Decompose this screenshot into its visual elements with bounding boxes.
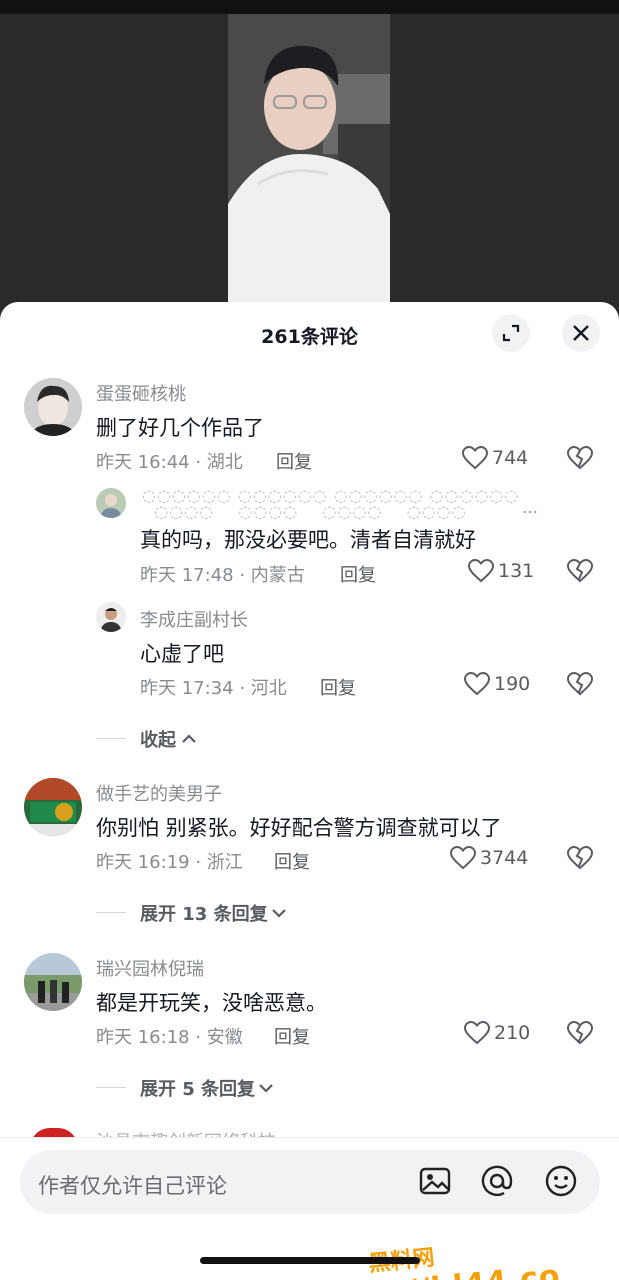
chevron-down-icon: [259, 1084, 273, 1093]
comment-meta: 昨天 16:44 · 湖北: [96, 452, 243, 473]
expand-label: 展开 13 条回复: [140, 904, 268, 925]
like-button[interactable]: 210: [464, 1021, 530, 1045]
expand-label: 展开 5 条回复: [140, 1079, 256, 1100]
comment-username[interactable]: 蛋蛋砸核桃: [96, 380, 186, 406]
comments-header: 261条评论: [0, 302, 619, 362]
like-count: 3744: [480, 847, 529, 869]
heart-icon: [462, 446, 488, 470]
reply-username[interactable]: 李成庄副村长: [140, 606, 248, 632]
comments-sheet: 261条评论 蛋蛋砸核桃 删了好几个作品了 昨天 16:44 · 湖北 回复 7…: [0, 302, 619, 1280]
dislike-button[interactable]: [566, 1020, 594, 1049]
comment-meta: 昨天 16:18 · 安徽: [96, 1027, 243, 1048]
emoji-button[interactable]: [544, 1164, 580, 1200]
broken-heart-icon: [566, 845, 594, 870]
status-bar: [0, 0, 619, 14]
expand-icon: [502, 324, 520, 342]
expand-button[interactable]: [492, 314, 530, 352]
avatar[interactable]: [24, 378, 82, 436]
heart-icon: [464, 672, 490, 696]
comment-text: 你别怕 别紧张。好好配合警方调查就可以了: [96, 816, 502, 840]
blurred-username[interactable]: ◌◌◌◌◌◌ ◌◌◌◌◌◌ ◌◌◌◌◌◌ ◌◌◌◌◌◌ ◌◌◌◌ ◌◌◌◌ ◌◌…: [142, 488, 522, 522]
broken-heart-icon: [566, 671, 594, 696]
reply-meta: 昨天 17:48 · 内蒙古: [140, 565, 305, 586]
avatar[interactable]: [24, 778, 82, 836]
expand-replies-button[interactable]: 展开 13 条回复: [140, 900, 288, 926]
like-count: 190: [494, 673, 531, 695]
emoji-icon: [545, 1165, 577, 1197]
comment-meta: 昨天 16:19 · 浙江: [96, 852, 243, 873]
reply-button[interactable]: 回复: [276, 448, 312, 474]
close-button[interactable]: [562, 314, 600, 352]
mention-button[interactable]: [480, 1164, 516, 1200]
like-count: 210: [494, 1022, 531, 1044]
comment-input[interactable]: 作者仅允许自己评论: [20, 1150, 600, 1214]
comment-text: 都是开玩笑，没啥恶意。: [96, 991, 327, 1015]
collapse-replies-button[interactable]: 收起: [140, 726, 198, 752]
input-placeholder: 作者仅允许自己评论: [38, 1174, 227, 1198]
image-icon: [419, 1167, 451, 1195]
chevron-down-icon: [271, 909, 286, 918]
like-button[interactable]: 131: [468, 559, 534, 583]
image-button[interactable]: [418, 1164, 454, 1200]
reply-text: 真的吗，那没必要吧。清者自清就好: [140, 528, 476, 552]
like-button[interactable]: 3744: [450, 846, 528, 870]
at-icon: [481, 1165, 513, 1197]
home-indicator[interactable]: [200, 1257, 420, 1264]
heart-icon: [468, 559, 494, 583]
like-button[interactable]: 190: [464, 672, 530, 696]
reply-text: 心虚了吧: [140, 642, 224, 666]
avatar[interactable]: [96, 602, 126, 632]
expand-replies-button[interactable]: 展开 5 条回复: [140, 1075, 275, 1101]
watermark: 黑料网 https://hl44.co: [295, 1227, 563, 1280]
thread-divider: [96, 738, 126, 739]
video-thumbnail[interactable]: [228, 14, 390, 304]
thread-divider: [96, 1087, 126, 1088]
reply-meta: 昨天 17:34 · 河北: [140, 678, 287, 699]
more-ellipsis: …: [522, 498, 538, 517]
heart-icon: [464, 1021, 490, 1045]
video-area[interactable]: [0, 14, 619, 314]
reply-button[interactable]: 回复: [274, 1023, 310, 1049]
comment-username[interactable]: 做手艺的美男子: [96, 780, 222, 806]
like-count: 744: [492, 447, 529, 469]
dislike-button[interactable]: [566, 845, 594, 874]
comment-username[interactable]: 瑞兴园林倪瑞: [96, 955, 204, 981]
broken-heart-icon: [566, 445, 594, 470]
heart-icon: [450, 846, 476, 870]
avatar[interactable]: [24, 953, 82, 1011]
close-icon: [573, 325, 589, 341]
reply-button[interactable]: 回复: [274, 848, 310, 874]
like-count: 131: [498, 560, 535, 582]
broken-heart-icon: [566, 558, 594, 583]
like-button[interactable]: 744: [462, 446, 528, 470]
dislike-button[interactable]: [566, 558, 594, 587]
chevron-up-icon: [182, 734, 196, 743]
dislike-button[interactable]: [566, 671, 594, 700]
thread-divider: [96, 912, 126, 913]
reply-button[interactable]: 回复: [340, 561, 376, 587]
avatar[interactable]: [96, 488, 126, 518]
dislike-button[interactable]: [566, 445, 594, 474]
collapse-label: 收起: [140, 730, 176, 751]
reply-button[interactable]: 回复: [320, 674, 356, 700]
comment-text: 删了好几个作品了: [96, 416, 264, 440]
broken-heart-icon: [566, 1020, 594, 1045]
